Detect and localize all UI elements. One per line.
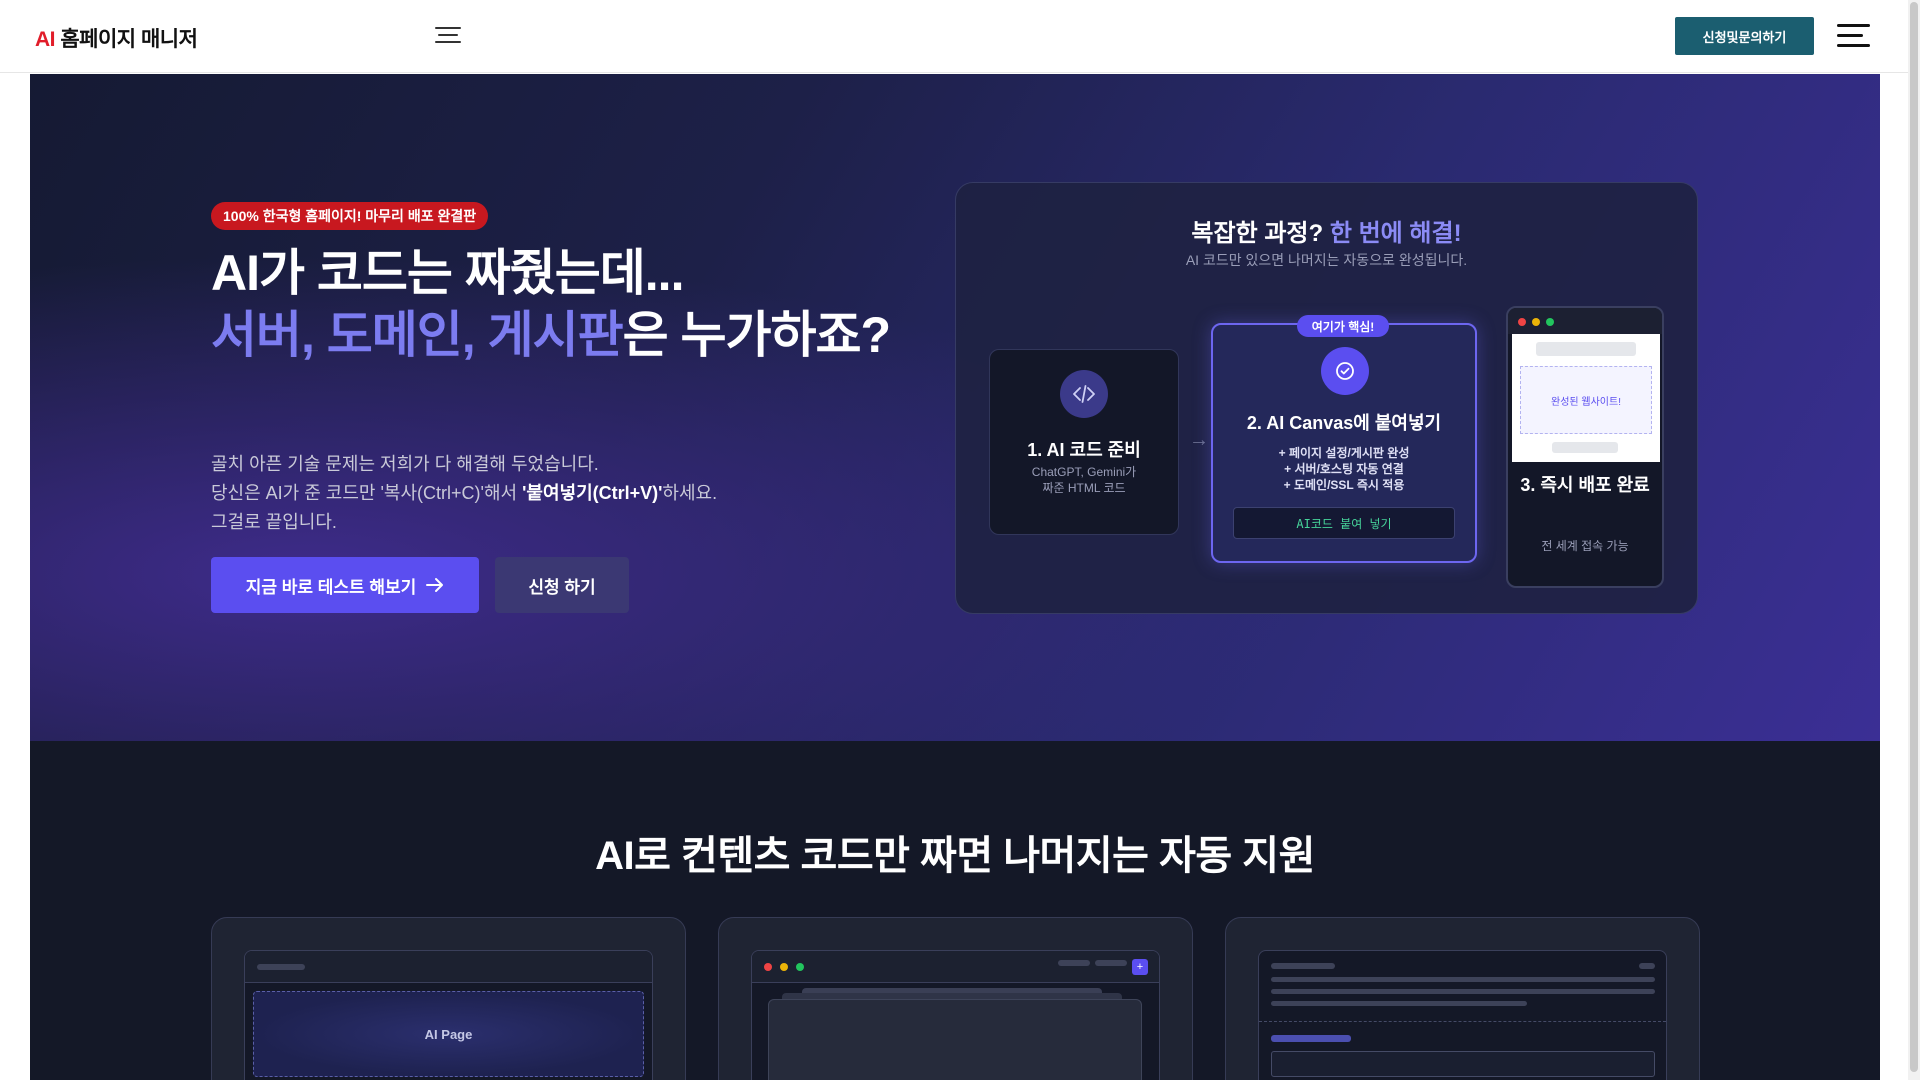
mockup-placeholder <box>1639 963 1655 969</box>
preview-placeholder <box>1552 442 1618 453</box>
key-point-tag: 여기가 핵심! <box>1297 315 1389 337</box>
panel-title-pre: 복잡한 과정? <box>1191 220 1330 247</box>
mockup-placeholder <box>257 964 305 970</box>
logo-ai-mark: AI <box>35 28 56 51</box>
board-mockup <box>1258 950 1667 1080</box>
logo-text: 홈페이지 매니저 <box>60 28 198 51</box>
mockup-input-field <box>1271 1051 1655 1077</box>
step1-desc: ChatGPT, Gemini가 짜준 HTML 코드 <box>990 464 1178 496</box>
hero-desc-line2-post: 하세요. <box>662 483 718 503</box>
feature-card-3 <box>1225 917 1700 1080</box>
hero-desc-line3: 그걸로 끝입니다. <box>211 512 337 532</box>
panel-title: 복잡한 과정? 한 번에 해결! <box>956 213 1697 248</box>
step2-title: 2. AI Canvas에 붙여넣기 <box>1246 413 1442 433</box>
mockup-placeholder <box>1271 977 1655 982</box>
browser-bar <box>1508 308 1662 334</box>
mockup-placeholder <box>1271 1001 1527 1006</box>
step1-desc-line2: 짜준 HTML 코드 <box>1042 481 1126 495</box>
headline-rest: 은 누가하죠? <box>622 307 891 363</box>
hero-desc-line2: 당신은 AI가 준 코드만 '복사(Ctrl+C)'해서 '붙여넣기(Ctrl+… <box>211 479 831 508</box>
preview-placeholder <box>1536 342 1636 356</box>
mockup-placeholder <box>1095 960 1127 966</box>
step2-feature-item: + 페이지 설정/게시판 완성 <box>1278 446 1410 460</box>
window-dot-green <box>796 963 804 971</box>
mockup-placeholder <box>1058 960 1090 966</box>
test-now-button[interactable]: 지금 바로 테스트 해보기 <box>211 557 479 613</box>
hero-description: 골치 아픈 기술 문제는 저희가 다 해결해 두었습니다. 당신은 AI가 준 … <box>211 450 831 537</box>
step1-desc-line1: ChatGPT, Gemini가 <box>1031 465 1137 479</box>
browser-mockup: + <box>751 950 1160 1080</box>
apply-button[interactable]: 신청 하기 <box>495 557 629 613</box>
page-scrollbar[interactable] <box>1908 0 1920 1080</box>
add-icon[interactable]: + <box>1132 959 1148 975</box>
feature-card-1: AI Page <box>211 917 686 1080</box>
hero-section: 100% 한국형 홈페이지! 마무리 배포 완결판 AI가 코드는 짜줬는데..… <box>30 74 1880 741</box>
scrollbar-thumb[interactable] <box>1910 2 1918 1072</box>
headline-accent: 서버, 도메인, 게시판 <box>211 307 624 363</box>
mockup-placeholder <box>1271 963 1335 969</box>
step3-title: 3. 즉시 배포 완료 <box>1520 475 1650 495</box>
mockup-bar <box>245 951 652 983</box>
apply-inquiry-button[interactable]: 신청및문의하기 <box>1675 17 1814 55</box>
mockup-placeholder <box>1271 989 1655 994</box>
window-dot-green <box>1546 318 1554 326</box>
window-dot-yellow <box>1532 318 1540 326</box>
hamburger-menu-icon[interactable] <box>1837 24 1870 48</box>
top-header: AI 홈페이지 매니저 신청및문의하기 <box>0 0 1908 73</box>
hero-desc-line2-bold: '붙여넣기(Ctrl+V)' <box>522 483 663 503</box>
code-icon <box>1060 370 1108 418</box>
window-dot-red <box>1518 318 1526 326</box>
process-panel: 복잡한 과정? 한 번에 해결! AI 코드만 있으면 나머지는 자동으로 완성… <box>955 182 1698 614</box>
mockup-bar: + <box>752 951 1159 983</box>
completed-site-label: 완성된 웹사이트! <box>1520 366 1652 434</box>
hero-desc-line2-pre: 당신은 AI가 준 코드만 '복사(Ctrl+C)'해서 <box>211 483 523 503</box>
feature-card-2: + <box>718 917 1193 1080</box>
step1-card: 1. AI 코드 준비 ChatGPT, Gemini가 짜준 HTML 코드 <box>989 349 1179 535</box>
arrow-right-icon <box>426 578 444 592</box>
window-dot-yellow <box>780 963 788 971</box>
step2-feature-item: + 도메인/SSL 즉시 적용 <box>1283 478 1405 492</box>
step3-desc: 전 세계 접속 가능 <box>1541 539 1629 553</box>
test-now-label: 지금 바로 테스트 해보기 <box>245 577 417 597</box>
panel-subtitle: AI 코드만 있으면 나머지는 자동으로 완성됩니다. <box>1185 252 1468 268</box>
stacked-page-front <box>768 999 1142 1080</box>
step1-title: 1. AI 코드 준비 <box>1027 440 1141 460</box>
hero-desc-line1: 골치 아픈 기술 문제는 저희가 다 해결해 두었습니다. <box>211 454 599 474</box>
hero-headline: AI가 코드는 짜줬는데... 서버, 도메인, 게시판은 누가하죠? <box>211 242 911 366</box>
nav-menu-icon[interactable] <box>435 27 461 45</box>
step3-card: 완성된 웹사이트! 3. 즉시 배포 완료 전 세계 접속 가능 <box>1506 306 1664 588</box>
divider <box>1259 1021 1666 1022</box>
headline-line2: 서버, 도메인, 게시판은 누가하죠? <box>211 304 911 366</box>
logo[interactable]: AI 홈페이지 매니저 <box>35 23 198 53</box>
step2-card: 여기가 핵심! 2. AI Canvas에 붙여넣기 + 페이지 설정/게시판 … <box>1211 315 1477 563</box>
step2-feature-list: + 페이지 설정/게시판 완성 + 서버/호스팅 자동 연결 + 도메인/SSL… <box>1213 445 1475 493</box>
hero-badge: 100% 한국형 홈페이지! 마무리 배포 완결판 <box>211 202 489 230</box>
headline-line1: AI가 코드는 짜줬는데... <box>211 245 684 301</box>
step2-feature-item: + 서버/호스팅 자동 연결 <box>1284 462 1404 476</box>
features-title: AI로 컨텐츠 코드만 짜면 나머지는 자동 지원 <box>595 834 1315 878</box>
website-preview: 완성된 웹사이트! <box>1512 334 1660 462</box>
paste-code-box[interactable]: AI코드 붙여 넣기 <box>1233 507 1455 539</box>
ai-page-area: AI Page <box>253 991 644 1077</box>
check-circle-icon <box>1321 347 1369 395</box>
window-dot-red <box>764 963 772 971</box>
ai-page-mockup: AI Page <box>244 950 653 1080</box>
features-section: AI로 컨텐츠 코드만 짜면 나머지는 자동 지원 AI Page + <box>30 741 1880 1080</box>
mockup-placeholder <box>1271 1035 1351 1042</box>
panel-title-highlight: 한 번에 해결! <box>1329 220 1462 247</box>
